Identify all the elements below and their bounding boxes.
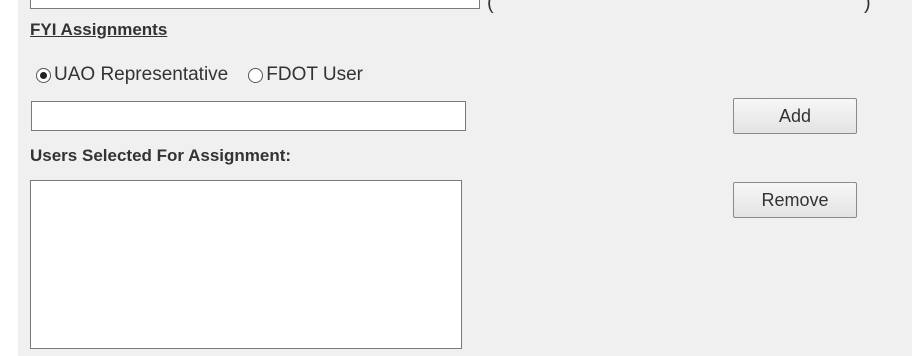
fyi-assignments-panel: ( ) FYI Assignments UAO Representative F… bbox=[18, 0, 912, 356]
section-title: FYI Assignments bbox=[30, 20, 168, 39]
radio-fdot-user[interactable]: FDOT User bbox=[248, 64, 363, 86]
paren-right: ) bbox=[864, 0, 871, 14]
radio-selected-icon[interactable] bbox=[36, 67, 51, 83]
radio-uao-label: UAO Representative bbox=[54, 64, 229, 85]
add-button[interactable]: Add bbox=[733, 98, 857, 134]
selected-users-label: Users Selected For Assignment: bbox=[30, 146, 292, 165]
remove-button[interactable]: Remove bbox=[733, 182, 857, 218]
radio-unselected-icon[interactable] bbox=[248, 67, 264, 83]
user-search-input[interactable] bbox=[31, 101, 466, 131]
selected-users-listbox[interactable] bbox=[30, 180, 462, 349]
paren-left: ( bbox=[487, 0, 494, 14]
previous-field-fragment bbox=[30, 0, 480, 9]
assignment-type-radio-group: UAO Representative FDOT User bbox=[36, 64, 363, 86]
radio-fdot-label: FDOT User bbox=[266, 64, 364, 85]
radio-uao-representative[interactable]: UAO Representative bbox=[36, 64, 228, 86]
